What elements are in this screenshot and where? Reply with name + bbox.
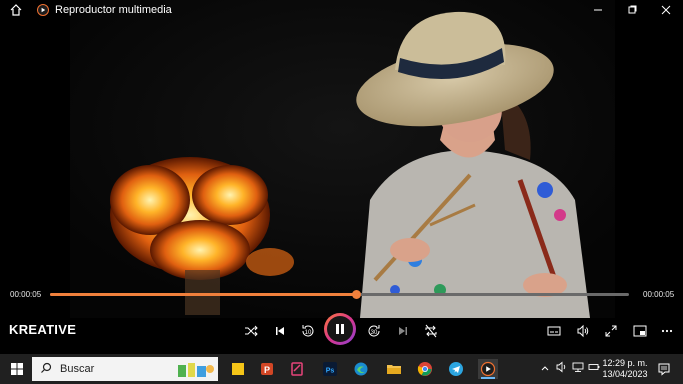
seek-bar-thumb[interactable] bbox=[352, 290, 362, 299]
svg-text:Ps: Ps bbox=[326, 368, 335, 375]
search-box[interactable]: Buscar bbox=[32, 357, 218, 381]
rewind-label: 10 bbox=[305, 330, 312, 336]
forward-label: 30 bbox=[371, 330, 378, 336]
powerpoint-icon[interactable]: P bbox=[257, 359, 277, 379]
volume-icon[interactable] bbox=[574, 322, 592, 340]
file-explorer-icon[interactable] bbox=[384, 359, 404, 379]
media-player-app-icon bbox=[37, 4, 49, 16]
sticky-notes-icon[interactable] bbox=[228, 359, 248, 379]
chrome-icon[interactable] bbox=[415, 359, 435, 379]
clock[interactable]: 12:29 p. m. 13/04/2023 bbox=[600, 358, 650, 380]
home-icon[interactable] bbox=[9, 3, 23, 17]
player-controls: 00:00:05 00:00:05 KREATIVE 10 30 bbox=[0, 282, 683, 354]
windows-start-icon[interactable] bbox=[7, 359, 27, 379]
speaker-icon[interactable] bbox=[556, 360, 570, 378]
notifications-icon[interactable] bbox=[654, 359, 674, 379]
title-bar: Reproductor multimedia bbox=[0, 0, 683, 20]
video-frame[interactable] bbox=[0, 0, 683, 318]
system-tray bbox=[540, 354, 602, 384]
seek-bar[interactable] bbox=[50, 290, 629, 299]
pause-icon bbox=[327, 316, 353, 342]
chevron-up-icon[interactable] bbox=[540, 360, 554, 378]
search-highlight-icon bbox=[174, 359, 216, 382]
fullscreen-icon[interactable] bbox=[602, 322, 620, 340]
mini-player-icon[interactable] bbox=[631, 322, 649, 340]
repeat-off-icon[interactable] bbox=[422, 322, 440, 340]
window-title: Reproductor multimedia bbox=[55, 4, 172, 16]
clock-time: 12:29 p. m. bbox=[602, 358, 648, 368]
previous-icon[interactable] bbox=[271, 322, 289, 340]
more-icon[interactable] bbox=[658, 322, 676, 340]
subtitles-icon[interactable] bbox=[545, 322, 563, 340]
clock-date: 13/04/2023 bbox=[602, 369, 648, 379]
media-title: KREATIVE bbox=[9, 322, 77, 337]
seek-bar-progress bbox=[50, 293, 357, 296]
pause-button[interactable] bbox=[324, 313, 356, 345]
search-placeholder: Buscar bbox=[60, 363, 95, 375]
video-image bbox=[70, 0, 615, 318]
media-player-taskbar-icon[interactable] bbox=[478, 359, 498, 379]
rewind-10-icon[interactable]: 10 bbox=[299, 322, 317, 340]
remaining-time: 00:00:05 bbox=[643, 290, 675, 299]
forward-30-icon[interactable]: 30 bbox=[365, 322, 383, 340]
edge-icon[interactable] bbox=[351, 359, 371, 379]
svg-text:P: P bbox=[264, 365, 270, 375]
snip-icon[interactable] bbox=[287, 359, 307, 379]
active-app-indicator bbox=[481, 377, 495, 379]
taskbar: Buscar P Ps 12:29 p. m. 13/04/2023 bbox=[0, 354, 683, 384]
photoshop-icon[interactable]: Ps bbox=[320, 359, 340, 379]
shuffle-icon[interactable] bbox=[242, 322, 260, 340]
search-icon bbox=[40, 362, 52, 377]
telegram-icon[interactable] bbox=[446, 359, 466, 379]
network-icon[interactable] bbox=[572, 360, 586, 378]
current-time: 00:00:05 bbox=[10, 290, 42, 299]
next-icon[interactable] bbox=[394, 322, 412, 340]
